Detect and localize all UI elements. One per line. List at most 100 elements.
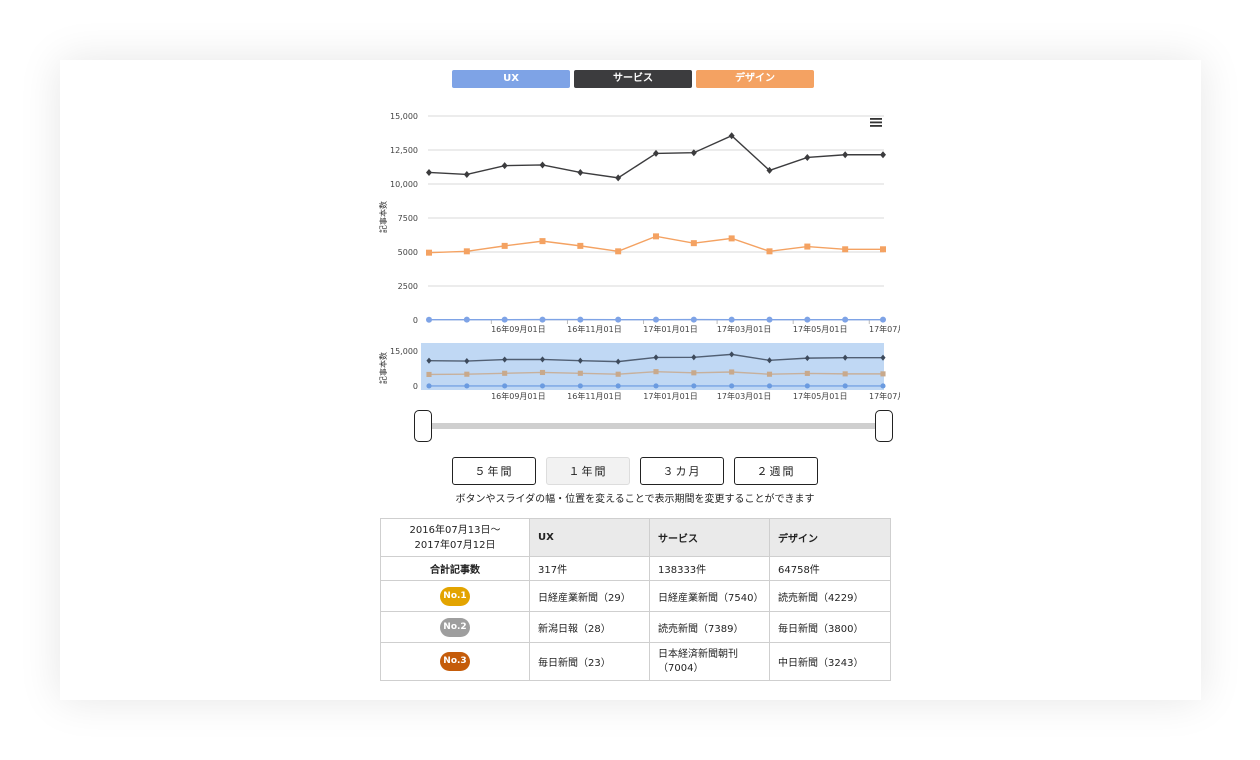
data-point[interactable] [577, 242, 584, 249]
data-point[interactable] [880, 316, 886, 323]
range-1-year-button[interactable]: １年間 [546, 457, 630, 485]
data-point[interactable] [842, 151, 849, 159]
range-slider-left-handle[interactable] [414, 410, 432, 442]
range-slider-track[interactable] [425, 423, 880, 429]
legend-ux-button[interactable]: UX [452, 70, 570, 88]
data-point[interactable] [577, 383, 583, 389]
data-point[interactable] [426, 316, 432, 323]
data-point[interactable] [842, 371, 848, 377]
range-slider-right-handle[interactable] [875, 410, 893, 442]
main-x-axis: 16年09月01日 16年11月01日 17年01月01日 17年03月01日 17年0… [490, 320, 900, 334]
navigator-x-tick-label: 17年01月01日 [643, 391, 698, 401]
data-point[interactable] [463, 248, 470, 255]
navigator-y-tick-label: 15,000 [390, 347, 418, 356]
data-point[interactable] [615, 316, 622, 323]
data-point[interactable] [577, 316, 584, 323]
data-point[interactable] [728, 235, 735, 242]
data-point[interactable] [729, 369, 735, 375]
data-point[interactable] [691, 383, 697, 389]
data-point[interactable] [880, 383, 886, 389]
data-point[interactable] [804, 383, 810, 389]
data-point[interactable] [842, 383, 848, 389]
data-point[interactable] [502, 370, 508, 376]
rank-3-badge: No.3 [440, 652, 470, 671]
data-point[interactable] [766, 248, 773, 255]
legend-design-button[interactable]: デザイン [696, 70, 814, 88]
data-point[interactable] [653, 233, 659, 240]
data-point[interactable] [842, 316, 849, 323]
main-grid [428, 115, 884, 321]
data-point[interactable] [766, 383, 773, 389]
data-point[interactable] [880, 151, 886, 159]
table-cell: 毎日新聞（23） [529, 642, 650, 681]
data-point[interactable] [426, 168, 432, 176]
data-point[interactable] [426, 371, 432, 377]
data-point[interactable] [501, 242, 508, 249]
table-row: No.3 毎日新聞（23） 日本経済新聞朝刊 （7004） 中日新聞（3243） [380, 642, 891, 681]
rank-1-badge: No.1 [440, 586, 470, 606]
data-point[interactable] [615, 174, 622, 182]
data-point[interactable] [842, 246, 849, 253]
navigator-selection[interactable] [421, 343, 884, 390]
data-point[interactable] [463, 170, 470, 178]
data-point[interactable] [426, 383, 432, 389]
data-point[interactable] [615, 371, 621, 377]
data-point[interactable] [653, 369, 659, 375]
data-point[interactable] [880, 371, 886, 377]
header-ux: UX [529, 518, 650, 557]
data-point[interactable] [804, 370, 810, 376]
navigator-x-tick-label: 16年11月01日 [567, 391, 622, 401]
table-cell: 日経産業新聞（7540） [649, 580, 770, 612]
table-row: No.1 日経産業新聞（29） 日経産業新聞（7540） 読売新聞（4229） [380, 580, 891, 612]
data-point[interactable] [426, 249, 432, 256]
data-point[interactable] [464, 383, 470, 389]
y-tick-label: 15,000 [390, 112, 418, 121]
data-point[interactable] [804, 316, 811, 323]
legend-service-button[interactable]: サービス [574, 70, 692, 88]
data-point[interactable] [615, 248, 622, 255]
data-point[interactable] [577, 370, 583, 376]
data-point[interactable] [577, 168, 584, 176]
data-point[interactable] [804, 243, 811, 250]
header-service: サービス [649, 518, 770, 557]
total-service: 138333件 [649, 556, 770, 581]
y-tick-label: 0 [413, 316, 418, 325]
data-point[interactable] [502, 383, 508, 389]
data-point[interactable] [501, 162, 508, 170]
data-point[interactable] [464, 371, 470, 377]
chart-menu-icon[interactable] [868, 115, 884, 129]
data-point[interactable] [691, 370, 697, 376]
range-3-months-button[interactable]: ３カ月 [640, 457, 724, 485]
data-point[interactable] [880, 246, 886, 253]
helper-text: ボタンやスライダの幅・位置を変えることで表示期間を変更することができます [455, 494, 815, 505]
date-range-cell: 2016年07月13日〜 2017年07月12日 [380, 518, 530, 557]
data-point[interactable] [501, 316, 508, 323]
data-point[interactable] [653, 149, 659, 157]
data-point[interactable] [615, 383, 621, 389]
data-point[interactable] [539, 383, 546, 389]
data-point[interactable] [766, 371, 773, 377]
ranking-table: 2016年07月13日〜 2017年07月12日 UX サービス デザイン 合計… [380, 518, 891, 681]
table-header-row: 2016年07月13日〜 2017年07月12日 UX サービス デザイン [380, 518, 891, 557]
data-point[interactable] [463, 316, 470, 323]
data-point[interactable] [804, 153, 811, 161]
data-point[interactable] [690, 316, 697, 323]
total-ux: 317件 [529, 556, 650, 581]
data-point[interactable] [539, 238, 546, 245]
data-point[interactable] [653, 383, 659, 389]
data-point[interactable] [729, 383, 735, 389]
table-cell: 毎日新聞（3800） [769, 611, 891, 643]
data-point[interactable] [539, 369, 546, 376]
data-point[interactable] [728, 316, 735, 323]
data-point[interactable] [539, 316, 546, 323]
data-point[interactable] [766, 316, 773, 323]
table-cell: 日経産業新聞（29） [529, 580, 650, 612]
main-y-axis-label: 記事本数 [378, 201, 388, 233]
y-tick-label: 12,500 [390, 146, 418, 155]
range-5-years-button[interactable]: ５年間 [452, 457, 536, 485]
table-cell: 新潟日報（28） [529, 611, 650, 643]
data-point[interactable] [653, 316, 659, 323]
range-2-weeks-button[interactable]: ２週間 [734, 457, 818, 485]
data-point[interactable] [690, 240, 697, 247]
data-point[interactable] [539, 161, 546, 169]
